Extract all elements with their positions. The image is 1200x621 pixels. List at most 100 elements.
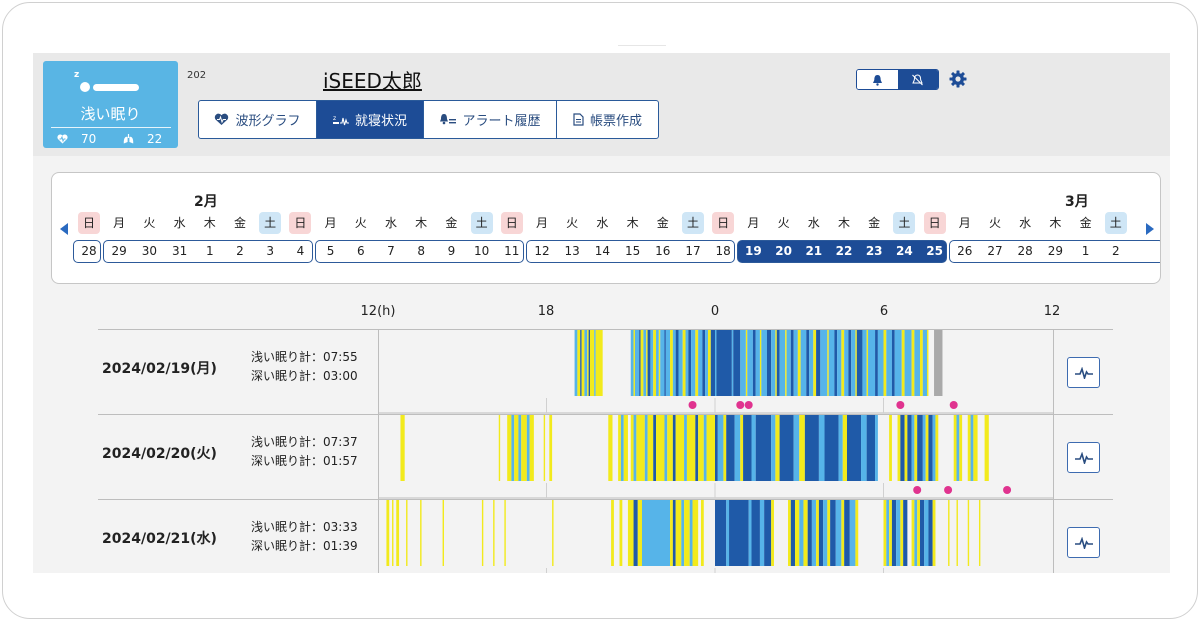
weekday-label: 金 (233, 216, 246, 230)
calendar-date[interactable]: 9 (436, 240, 466, 263)
tab-waveform[interactable]: 波形グラフ (198, 100, 317, 139)
tab-sleep-status[interactable]: z 就寝状況 (316, 100, 424, 139)
alert-marker[interactable] (744, 401, 753, 409)
sleep-segment-light (584, 330, 588, 396)
calendar-date[interactable]: 7 (376, 240, 406, 263)
calendar-date[interactable]: 21 (799, 240, 829, 263)
alert-marker[interactable] (688, 401, 697, 409)
sleep-segment-awake (507, 415, 512, 481)
sleep-segment-deep (633, 500, 638, 566)
sleep-timeline-chart (378, 329, 1054, 573)
weekday-label: 日 (78, 212, 100, 234)
sleep-segment-awake (656, 415, 665, 481)
sleep-segment-light (672, 330, 676, 396)
sleep-segment-light (838, 415, 843, 481)
sleep-segment-light (620, 415, 624, 481)
tab-report[interactable]: 帳票作成 (556, 100, 659, 139)
calendar-date[interactable]: 29 (1040, 240, 1070, 263)
sleep-segment-light (844, 330, 849, 396)
sleep-segment-awake (914, 415, 918, 481)
alert-sound-toggle[interactable] (856, 69, 939, 90)
calendar-date[interactable]: 25 (920, 240, 950, 263)
alert-marker[interactable] (944, 486, 953, 494)
calendar-date[interactable]: 22 (829, 240, 859, 263)
bell-off-option[interactable] (897, 70, 938, 89)
calendar-date[interactable]: 28 (74, 240, 104, 263)
calendar-date[interactable]: 27 (980, 240, 1010, 263)
deep-sleep-total: 深い眠り計：01:39 (251, 539, 358, 553)
prev-week-arrow-icon[interactable] (60, 223, 68, 235)
alert-marker[interactable] (949, 401, 958, 409)
sleep-segment-light (786, 330, 791, 396)
sleep-segment-awake (667, 415, 673, 481)
calendar-date[interactable]: 4 (285, 240, 315, 263)
calendar-date[interactable]: 20 (769, 240, 799, 263)
calendar-date[interactable]: 8 (406, 240, 436, 263)
gear-icon[interactable] (949, 70, 967, 88)
sleep-segment-awake (771, 500, 774, 566)
calendar-date[interactable]: 11 (497, 240, 527, 263)
waveform-button[interactable] (1067, 442, 1100, 473)
sleep-segment-light (641, 500, 671, 566)
calendar-date[interactable]: 30 (134, 240, 164, 263)
calendar-date[interactable]: 3 (255, 240, 285, 263)
calendar-date[interactable]: 23 (859, 240, 889, 263)
bell-on-option[interactable] (857, 70, 898, 89)
waveform-button[interactable] (1067, 357, 1100, 388)
weekday-label: 月 (747, 216, 760, 230)
sleep-segment-light (835, 500, 842, 566)
sleep-segment-awake (595, 330, 603, 396)
calendar-date[interactable]: 19 (738, 240, 768, 263)
alert-marker[interactable] (896, 401, 905, 409)
sleep-status-card[interactable]: z 浅い眠り 70 22 (43, 61, 178, 148)
calendar-date[interactable]: 16 (648, 240, 678, 263)
calendar-date[interactable]: 31 (165, 240, 195, 263)
alert-marker[interactable] (736, 401, 745, 409)
deep-sleep-total: 深い眠り計：03:00 (251, 369, 358, 383)
alert-marker[interactable] (913, 486, 922, 494)
calendar-date[interactable]: 24 (889, 240, 919, 263)
calendar-date[interactable]: 1 (195, 240, 225, 263)
calendar-date[interactable]: 28 (1010, 240, 1040, 263)
sleep-segment-deep (710, 330, 715, 396)
sleep-segment-light (734, 415, 741, 481)
calendar-date[interactable]: 12 (527, 240, 557, 263)
tab-alert-history[interactable]: アラート履歴 (423, 100, 557, 139)
calendar-date[interactable]: 18 (708, 240, 738, 263)
sleep-segment-awake (396, 500, 400, 566)
sleep-segment-light (823, 500, 828, 566)
sleep-state-label: 浅い眠り (80, 105, 141, 123)
sleep-segment-deep (647, 330, 651, 396)
calendar-date[interactable]: 29 (104, 240, 134, 263)
sleep-segment-light (799, 500, 804, 566)
calendar-date[interactable]: 5 (316, 240, 346, 263)
waveform-button[interactable] (1067, 527, 1100, 558)
calendar-date[interactable]: 13 (557, 240, 587, 263)
sleep-segment-awake (889, 500, 892, 566)
sleep-segment-light (818, 415, 825, 481)
row-date-2: 2024/02/21(水) (102, 531, 217, 547)
calendar-date[interactable]: 10 (467, 240, 497, 263)
alert-marker[interactable] (1003, 486, 1012, 494)
row-stats-1: 浅い眠り計：07:37 深い眠り計：01:57 (251, 433, 358, 471)
sleep-segment-light (726, 500, 730, 566)
sleep-segment-light (526, 415, 530, 481)
sleep-segment-awake (646, 330, 648, 396)
calendar-date[interactable]: 26 (950, 240, 980, 263)
sleep-segment-awake (788, 500, 791, 566)
calendar-date[interactable]: 17 (678, 240, 708, 263)
calendar-date[interactable]: 15 (618, 240, 648, 263)
sleep-segment-deep (675, 330, 679, 396)
sleep-segment-light (678, 330, 683, 396)
calendar-date[interactable]: 6 (346, 240, 376, 263)
sleep-segment-awake (695, 330, 699, 396)
next-week-arrow-icon[interactable] (1146, 223, 1154, 235)
calendar-date[interactable]: 2 (225, 240, 255, 263)
sleep-segment-light (664, 415, 668, 481)
calendar-date[interactable]: 14 (587, 240, 617, 263)
sleep-segment-deep (804, 415, 819, 481)
sleep-segment-absent (934, 330, 943, 396)
calendar-date[interactable]: 2 (1101, 240, 1131, 263)
weekday-label: 火 (777, 216, 790, 230)
calendar-date[interactable]: 1 (1071, 240, 1101, 263)
